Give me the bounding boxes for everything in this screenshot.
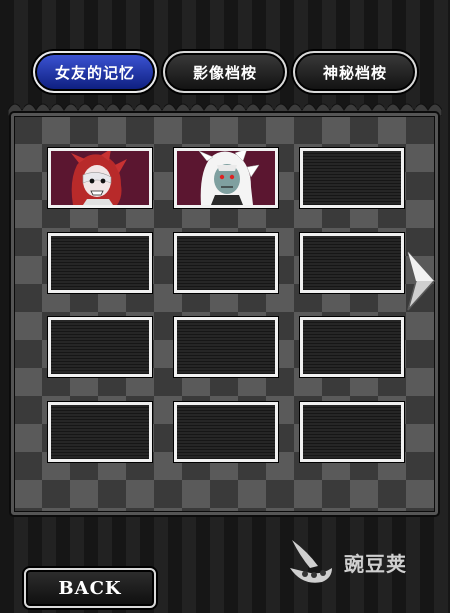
tab-girlfriend-memories[interactable]: 女友的记忆 <box>33 51 157 93</box>
gallery-slot-12[interactable] <box>300 402 404 462</box>
back-button[interactable]: BACK <box>24 568 156 608</box>
gallery-slot-10[interactable] <box>48 402 152 462</box>
tab-label: 神秘档桉 <box>322 63 387 82</box>
watermark-text: 豌豆荚 <box>344 551 407 576</box>
white-haired-character-thumbnail <box>177 151 275 205</box>
tab-label: 影像档桉 <box>192 63 257 82</box>
gallery-slot-11[interactable] <box>174 402 278 462</box>
gallery-slot-4[interactable] <box>48 233 152 293</box>
gallery-slot-5[interactable] <box>174 233 278 293</box>
gallery-panel <box>11 113 438 515</box>
chevron-right-icon[interactable] <box>404 250 436 312</box>
red-haired-character-thumbnail <box>51 151 149 205</box>
gallery-slot-8[interactable] <box>174 317 278 377</box>
gallery-slot-2[interactable] <box>174 148 278 208</box>
gallery-slot-6[interactable] <box>300 233 404 293</box>
gallery-slot-3[interactable] <box>300 148 404 208</box>
gallery-slot-1[interactable] <box>48 148 152 208</box>
tab-bar: 女友的记忆 影像档桉 神秘档桉 <box>33 51 423 93</box>
tab-video-archive[interactable]: 影像档桉 <box>163 51 287 93</box>
wandoujia-watermark: 豌豆荚 <box>288 538 428 586</box>
gallery-slot-9[interactable] <box>300 317 404 377</box>
tab-mystery-archive[interactable]: 神秘档桉 <box>293 51 417 93</box>
tab-label: 女友的记忆 <box>54 63 135 82</box>
back-button-label: BACK <box>58 577 122 599</box>
gallery-slot-7[interactable] <box>48 317 152 377</box>
wandoujia-logo-icon <box>290 540 332 583</box>
